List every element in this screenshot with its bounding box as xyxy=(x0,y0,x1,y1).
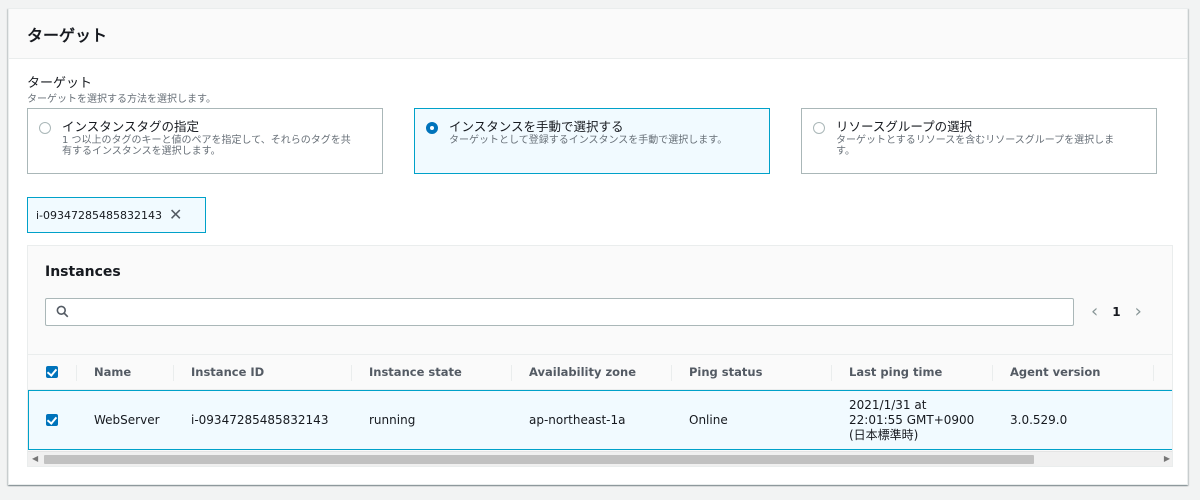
target-section-label: ターゲット xyxy=(27,76,93,91)
chevron-left-icon[interactable]: ‹ xyxy=(1091,303,1098,321)
option-description-line: 有するインスタンスを選択します。 xyxy=(62,146,221,157)
column-header-availability-zone[interactable]: Availability zone xyxy=(529,355,636,389)
column-divider xyxy=(992,365,993,381)
column-divider xyxy=(671,365,672,381)
cell-name: WebServer xyxy=(94,413,160,427)
column-divider xyxy=(76,365,77,381)
cell-last-ping-time: 2021/1/31 at 22:01:55 GMT+0900 (日本標準時) xyxy=(849,391,974,449)
radio-button[interactable] xyxy=(813,122,825,134)
close-icon[interactable]: ✕ xyxy=(169,207,182,223)
cell-ping-status: Online xyxy=(689,413,728,427)
scrollbar-thumb[interactable] xyxy=(44,455,1034,464)
option-title: インスタンスタグの指定 xyxy=(62,119,200,134)
column-divider xyxy=(831,365,832,381)
pagination: ‹ 1 › xyxy=(1091,300,1142,324)
chevron-right-icon[interactable]: › xyxy=(1135,303,1142,321)
scroll-left-icon[interactable]: ◀ xyxy=(32,454,38,463)
search-box[interactable] xyxy=(45,298,1074,326)
option-description-line: す。 xyxy=(836,146,855,157)
option-tile-manual-select[interactable]: インスタンスを手動で選択する ターゲットとして登録するインスタンスを手動で選択し… xyxy=(414,108,770,174)
column-header-instance-state[interactable]: Instance state xyxy=(369,355,462,389)
cell-instance-id: i-09347285485832143 xyxy=(191,413,329,427)
table-title: Instances xyxy=(45,264,121,280)
search-icon xyxy=(56,305,69,318)
option-description-line: ターゲットとするリソースを含むリソースグループを選択しま xyxy=(836,135,1115,146)
row-checkbox[interactable] xyxy=(46,414,58,426)
target-section-description: ターゲットを選択する方法を選択します。 xyxy=(27,94,216,105)
radio-button[interactable] xyxy=(39,122,51,134)
table-header: Name Instance ID Instance state Availabi… xyxy=(28,354,1172,390)
option-description: ターゲットとして登録するインスタンスを手動で選択します。 xyxy=(449,135,757,146)
option-description: 1 つ以上のタグのキーと値のペアを指定して、それらのタグを共 有するインスタンス… xyxy=(62,135,370,157)
option-description-line: ターゲットとして登録するインスタンスを手動で選択します。 xyxy=(449,135,728,146)
instances-table-container: Instances ‹ 1 › Name Instance ID Instanc… xyxy=(27,245,1173,467)
option-tile-instance-tags[interactable]: インスタンスタグの指定 1 つ以上のタグのキーと値のペアを指定して、それらのタグ… xyxy=(27,108,383,174)
option-title: インスタンスを手動で選択する xyxy=(449,119,624,134)
option-title: リソースグループの選択 xyxy=(836,119,973,134)
column-header-name[interactable]: Name xyxy=(94,355,131,389)
horizontal-scrollbar[interactable]: ◀ ▶ xyxy=(28,451,1172,466)
selected-instance-token: i-09347285485832143 ✕ xyxy=(27,197,206,233)
last-ping-time-line: 2021/1/31 at xyxy=(849,397,927,412)
cell-instance-state: running xyxy=(369,413,416,427)
column-header-agent-version[interactable]: Agent version xyxy=(1010,355,1100,389)
column-header-ping-status[interactable]: Ping status xyxy=(689,355,762,389)
token-label: i-09347285485832143 xyxy=(36,208,163,222)
cell-agent-version: 3.0.529.0 xyxy=(1010,413,1068,427)
search-input[interactable] xyxy=(76,299,1066,325)
column-divider xyxy=(1153,365,1154,381)
column-divider xyxy=(351,365,352,381)
targets-panel: ターゲット ターゲット ターゲットを選択する方法を選択します。 インスタンスタグ… xyxy=(8,8,1188,485)
page-number[interactable]: 1 xyxy=(1112,305,1120,319)
radio-button-selected[interactable] xyxy=(426,122,438,134)
option-description-line: 1 つ以上のタグのキーと値のペアを指定して、それらのタグを共 xyxy=(62,135,351,146)
row-select-cell xyxy=(46,391,58,449)
column-divider xyxy=(173,365,174,381)
panel-title: ターゲット xyxy=(9,9,1187,59)
select-all-cell xyxy=(46,355,58,389)
column-header-instance-id[interactable]: Instance ID xyxy=(191,355,264,389)
cell-availability-zone: ap-northeast-1a xyxy=(529,413,626,427)
last-ping-time-line: 22:01:55 GMT+0900 xyxy=(849,412,975,427)
option-description: ターゲットとするリソースを含むリソースグループを選択しま す。 xyxy=(836,135,1144,157)
scroll-right-icon[interactable]: ▶ xyxy=(1164,454,1170,463)
select-all-checkbox[interactable] xyxy=(46,366,58,378)
column-header-last-ping-time[interactable]: Last ping time xyxy=(849,355,942,389)
option-tile-resource-group[interactable]: リソースグループの選択 ターゲットとするリソースを含むリソースグループを選択しま… xyxy=(801,108,1157,174)
last-ping-time-line: (日本標準時) xyxy=(849,427,919,442)
table-row[interactable]: WebServer i-09347285485832143 running ap… xyxy=(28,390,1172,450)
column-divider xyxy=(511,365,512,381)
